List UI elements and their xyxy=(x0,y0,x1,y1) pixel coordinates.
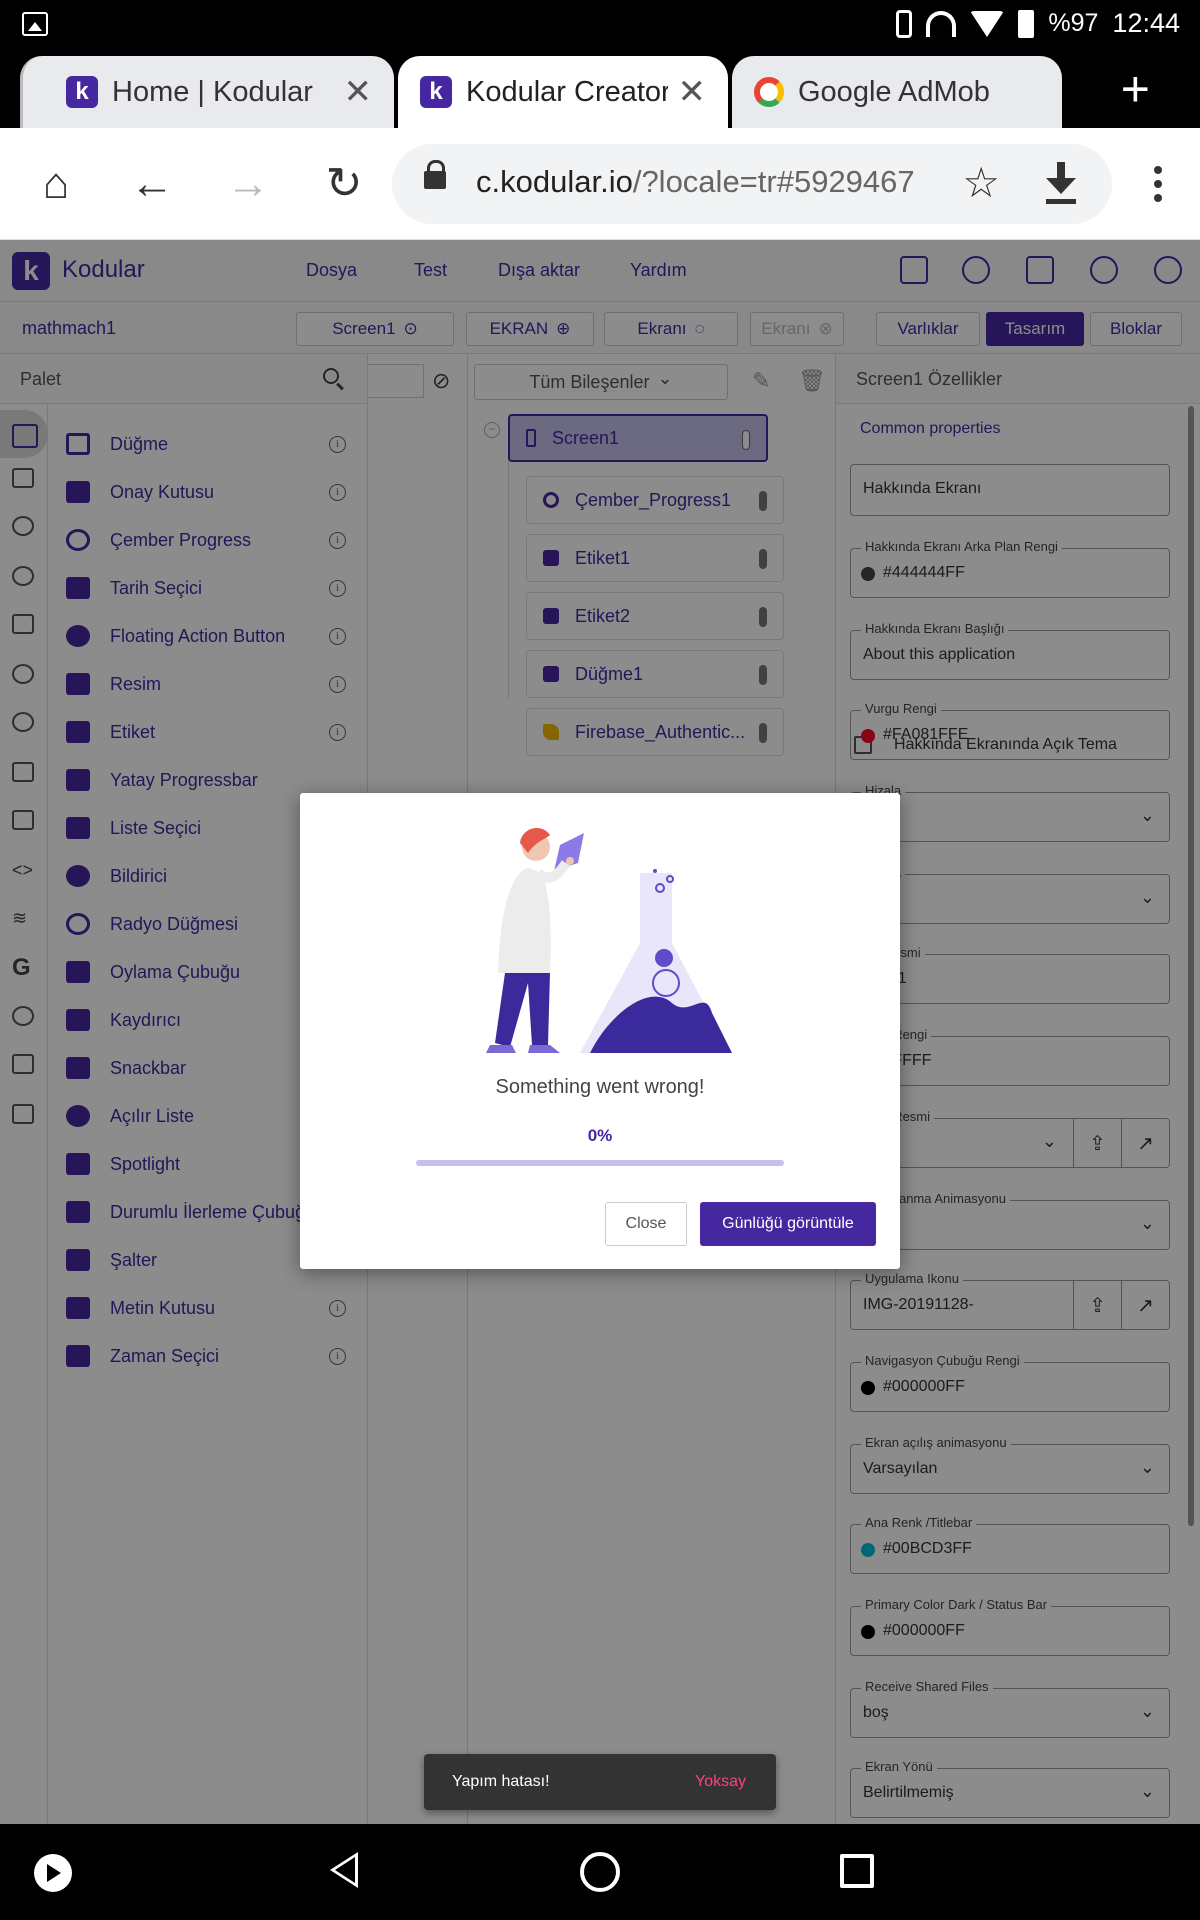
vibrate-icon xyxy=(896,9,913,38)
tab-google-admob[interactable]: Google AdMob xyxy=(732,56,1062,128)
progress-bar xyxy=(416,1160,784,1166)
reload-icon[interactable]: ↻ xyxy=(318,158,370,210)
browser-menu-icon[interactable] xyxy=(1154,166,1162,202)
nav-home-icon[interactable] xyxy=(580,1852,620,1892)
tab-close-icon[interactable]: ✕ xyxy=(344,72,373,112)
play-store-icon[interactable] xyxy=(34,1854,72,1892)
forward-icon[interactable]: → xyxy=(222,158,274,210)
new-tab-button[interactable]: + xyxy=(1121,64,1150,114)
home-icon[interactable]: ⌂ xyxy=(30,158,82,210)
image-notification-icon xyxy=(22,12,48,36)
tab-close-icon[interactable]: ✕ xyxy=(678,72,707,112)
headphones-icon xyxy=(926,10,957,37)
lock-icon xyxy=(424,160,446,189)
nav-back-icon[interactable] xyxy=(330,1852,358,1888)
snackbar-message: Yapım hatası! xyxy=(452,1773,550,1790)
tab-title: Kodular Creator xyxy=(466,75,668,108)
url-host: c.kodular.io xyxy=(476,164,633,199)
close-button[interactable]: Close xyxy=(605,1202,687,1246)
view-log-button[interactable]: Günlüğü görüntüle xyxy=(700,1202,876,1246)
battery-level: %97 xyxy=(1048,9,1099,37)
android-navigation-bar xyxy=(0,1824,1200,1920)
tab-title: Google AdMob xyxy=(798,75,990,108)
tab-home-kodular[interactable]: k Home | Kodular ✕ xyxy=(44,56,394,128)
url-text[interactable]: c.kodular.io/?locale=tr#5929467 xyxy=(476,164,915,200)
tab-title: Home | Kodular xyxy=(112,75,313,108)
tab-kodular-creator[interactable]: k Kodular Creator ✕ xyxy=(398,56,728,128)
error-snackbar: Yapım hatası! Yoksay xyxy=(424,1754,776,1810)
kodular-favicon-icon: k xyxy=(66,76,98,108)
battery-icon xyxy=(1018,9,1035,38)
status-bar: %97 12:44 xyxy=(0,0,1200,50)
clock: 12:44 xyxy=(1112,8,1180,38)
back-icon[interactable]: ← xyxy=(126,158,178,210)
scientist-illustration xyxy=(486,828,732,1053)
error-dialog: Something went wrong! 0% Close Günlüğü g… xyxy=(300,793,900,1269)
dismiss-button[interactable]: Yoksay xyxy=(695,1773,746,1791)
browser-toolbar: ⌂ ← → ↻ c.kodular.io/?locale=tr#5929467 … xyxy=(0,128,1200,240)
progress-percent: 0% xyxy=(587,1126,613,1145)
address-bar[interactable]: c.kodular.io/?locale=tr#5929467 ☆ xyxy=(392,144,1112,224)
bookmark-star-icon[interactable]: ☆ xyxy=(962,158,1000,207)
download-icon[interactable] xyxy=(1046,162,1076,204)
wifi-icon xyxy=(970,10,1005,37)
error-title: Something went wrong! xyxy=(495,1076,705,1098)
nav-recents-icon[interactable] xyxy=(840,1854,874,1888)
browser-tab-strip: k Home | Kodular ✕ k Kodular Creator ✕ G… xyxy=(0,50,1200,128)
kodular-favicon-icon: k xyxy=(420,76,452,108)
url-path: /?locale=tr#5929467 xyxy=(632,164,915,199)
admob-favicon-icon xyxy=(754,77,784,107)
